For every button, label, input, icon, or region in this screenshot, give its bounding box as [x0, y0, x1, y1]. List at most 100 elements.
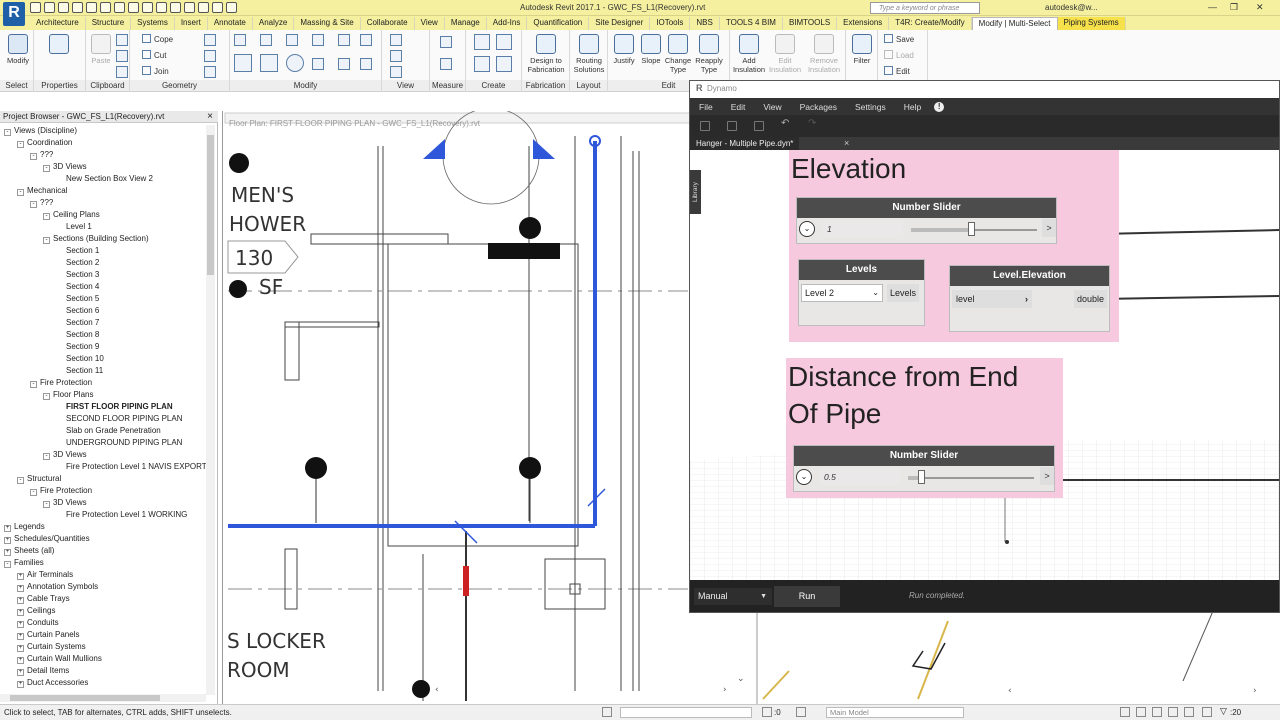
collapse-icon[interactable]: - [17, 141, 24, 148]
aligned-dimension-icon[interactable] [440, 58, 452, 70]
edit-insulation-button[interactable]: Edit Insulation [768, 34, 802, 74]
tree-item[interactable]: + Schedules/Quantities [0, 533, 206, 545]
offset-icon[interactable] [260, 34, 272, 46]
measure-icon[interactable] [114, 2, 125, 13]
create-similar-icon[interactable] [496, 56, 512, 72]
tree-item[interactable]: + Detail Items [0, 665, 206, 677]
group-distance[interactable]: Distance from End Of Pipe Number Slider … [786, 358, 1063, 498]
tree-item[interactable]: Section 11 [0, 365, 206, 377]
expand-icon[interactable]: + [17, 657, 24, 664]
tree-item[interactable]: Section 8 [0, 329, 206, 341]
tree-item[interactable]: - Families [0, 557, 206, 569]
delete-icon[interactable] [360, 58, 372, 70]
revit-logo[interactable]: R [3, 2, 25, 26]
expand-icon[interactable]: + [17, 609, 24, 616]
tree-item[interactable]: SECOND FLOOR PIPING PLAN [0, 413, 206, 425]
scale-icon[interactable] [338, 58, 350, 70]
run-button[interactable]: Run [774, 586, 840, 607]
tree-item[interactable]: + Legends [0, 521, 206, 533]
tree-item[interactable]: + Ceilings [0, 605, 206, 617]
filter-button[interactable]: Filter [849, 34, 875, 65]
ribbon-tab-extensions[interactable]: Extensions [837, 17, 890, 30]
tree-item[interactable]: + Curtain Systems [0, 641, 206, 653]
help-search-input[interactable]: Type a keyword or phrase [870, 2, 980, 14]
text-icon[interactable] [156, 2, 167, 13]
tree-item[interactable]: -3D Views [0, 161, 206, 173]
undo-icon[interactable] [72, 2, 83, 13]
select-underlay-icon[interactable] [1136, 707, 1146, 717]
create-assembly-icon[interactable] [474, 34, 490, 50]
tree-item[interactable]: Fire Protection Level 1 NAVIS EXPORT [0, 461, 207, 473]
tree-item[interactable]: -3D Views [0, 449, 206, 461]
slider-value[interactable]: 1 [823, 221, 903, 237]
add-insulation-button[interactable]: Add Insulation [732, 34, 766, 74]
menu-edit[interactable]: Edit [722, 102, 755, 112]
expand-icon[interactable]: + [17, 645, 24, 652]
demolish-icon[interactable] [204, 66, 216, 78]
section-icon[interactable] [184, 2, 195, 13]
ribbon-tab-bimtools[interactable]: BIMTOOLS [783, 17, 838, 30]
chevron-down-icon[interactable]: ⌄ [799, 221, 815, 237]
rotate-icon[interactable] [286, 54, 304, 72]
expand-icon[interactable]: + [17, 633, 24, 640]
design-to-fabrication-button[interactable]: Design to Fabrication [524, 34, 568, 74]
cut-icon[interactable] [116, 34, 128, 46]
maximize-icon[interactable]: ❐ [1230, 2, 1238, 13]
select-by-face-icon[interactable] [1168, 707, 1178, 717]
number-slider-node[interactable]: Number Slider ⌄ 1 > [796, 197, 1057, 244]
select-pinned-icon[interactable] [1152, 707, 1162, 717]
horizontal-scrollbar[interactable] [0, 694, 206, 702]
file-tab[interactable]: Hanger - Multiple Pipe.dyn* [690, 137, 800, 150]
tree-item[interactable]: - Fire Protection [0, 377, 206, 389]
load-selection-button[interactable]: Load [884, 50, 914, 60]
editable-only-icon[interactable] [762, 707, 772, 717]
collapse-icon[interactable]: - [4, 561, 11, 568]
switch-windows-icon[interactable] [226, 2, 237, 13]
collapse-icon[interactable]: - [17, 189, 24, 196]
tree-item[interactable]: New Section Box View 2 [0, 173, 206, 185]
ribbon-tab-insert[interactable]: Insert [175, 17, 208, 30]
tree-item[interactable]: - Sections (Building Section) [0, 233, 206, 245]
mirror-draw-icon[interactable] [312, 34, 324, 46]
edit-selection-button[interactable]: Edit [884, 66, 910, 76]
ribbon-tab-iotools[interactable]: IOTools [650, 17, 691, 30]
expand-icon[interactable]: + [4, 537, 11, 544]
close-icon[interactable]: ✕ [1256, 2, 1264, 13]
create-parts-icon[interactable] [496, 34, 512, 50]
menu-file[interactable]: File [690, 102, 722, 112]
print-icon[interactable] [100, 2, 111, 13]
ribbon-tab-nbs[interactable]: NBS [690, 17, 720, 30]
pin-icon[interactable] [360, 34, 372, 46]
move-icon[interactable] [234, 54, 252, 72]
collapse-icon[interactable]: - [30, 153, 37, 160]
level-elevation-node[interactable]: Level.Elevation level › double [949, 265, 1110, 332]
output-port[interactable]: > [1042, 219, 1056, 237]
slider-thumb[interactable] [968, 222, 976, 236]
override-icon[interactable] [390, 50, 402, 62]
tree-item[interactable]: - Structural [0, 473, 206, 485]
tree-item[interactable]: Slab on Grade Penetration [0, 425, 206, 437]
collapse-icon[interactable]: - [43, 165, 50, 172]
tree-item[interactable]: Section 7 [0, 317, 206, 329]
collapse-icon[interactable]: - [17, 477, 24, 484]
redo-icon[interactable] [86, 2, 97, 13]
scrollbar-thumb[interactable] [207, 135, 214, 275]
info-icon[interactable]: ! [934, 101, 945, 112]
ribbon-tab-analyze[interactable]: Analyze [253, 17, 295, 30]
dimension-icon[interactable] [128, 2, 139, 13]
tree-item[interactable]: + Cable Trays [0, 593, 206, 605]
tree-item[interactable]: Section 10 [0, 353, 206, 365]
expand-icon[interactable]: + [17, 681, 24, 688]
3d-view-icon[interactable] [170, 2, 181, 13]
save-selection-button[interactable]: Save [884, 34, 914, 44]
paint-icon[interactable] [204, 50, 216, 62]
tree-item[interactable]: Section 4 [0, 281, 206, 293]
dynamo-canvas[interactable]: Library Elevation Number Slider ⌄ 1 > Le… [690, 150, 1279, 582]
hide-icon[interactable] [390, 34, 402, 46]
copy-icon[interactable] [116, 50, 128, 62]
tree-item[interactable]: UNDERGROUND PIPING PLAN [0, 437, 206, 449]
ribbon-tab-systems[interactable]: Systems [131, 17, 175, 30]
collapse-icon[interactable]: - [43, 237, 50, 244]
tree-item[interactable]: -3D Views [0, 497, 206, 509]
drag-elements-icon[interactable] [1184, 707, 1194, 717]
